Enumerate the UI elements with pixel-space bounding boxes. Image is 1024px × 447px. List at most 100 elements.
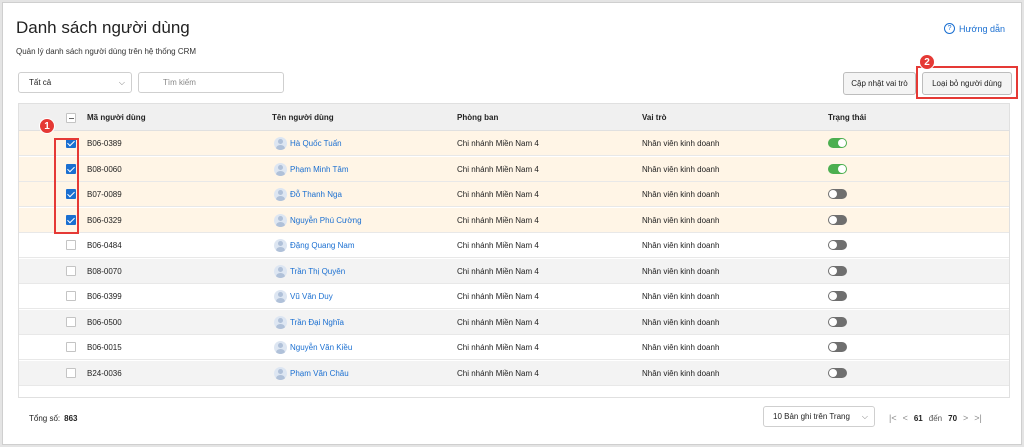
user-name-link[interactable]: Hà Quốc Tuấn — [290, 131, 342, 156]
page-size-value: 10 Bản ghi trên Trang — [773, 412, 850, 421]
table-row[interactable]: B06-0399 Vũ Văn Duy Chi nhánh Miền Nam 4 Nh… — [19, 284, 1009, 309]
avatar-icon — [274, 162, 287, 176]
user-name-link[interactable]: Đỗ Thanh Nga — [290, 182, 342, 207]
table-row[interactable]: B24-0036 Phạm Văn Châu Chi nhánh Miền Nam … — [19, 360, 1009, 386]
status-filter-select[interactable]: Tất cả ⌵ — [18, 72, 132, 93]
department: Chi nhánh Miền Nam 4 — [457, 190, 539, 199]
department: Chi nhánh Miền Nam 4 — [457, 164, 539, 174]
role: Nhân viên kinh doanh — [642, 343, 720, 352]
role: Nhân viên kinh doanh — [642, 241, 720, 250]
step-badge-1: 1 — [39, 118, 55, 134]
user-name-link[interactable]: Phạm Văn Châu — [290, 361, 349, 386]
table-row[interactable]: B06-0484 Đặng Quang Nam Chi nhánh Miền Nam… — [19, 233, 1009, 258]
user-id: B06-0015 — [87, 343, 122, 352]
department: Chi nhánh Miền Nam 4 — [457, 241, 539, 250]
highlight-remove-button — [916, 66, 1018, 99]
step-badge-2: 2 — [919, 54, 935, 70]
role: Nhân viên kinh doanh — [642, 317, 720, 327]
role: Nhân viên kinh doanh — [642, 139, 720, 148]
avatar-icon — [274, 366, 287, 380]
select-all-checkbox[interactable] — [66, 113, 76, 123]
last-page-icon[interactable]: >| — [974, 413, 982, 423]
table-row[interactable]: B06-0500 Trần Đại Nghĩa Chi nhánh Miền Nam… — [19, 309, 1009, 335]
role: Nhân viên kinh doanh — [642, 164, 720, 174]
row-checkbox[interactable] — [66, 291, 76, 301]
role: Nhân viên kinh doanh — [642, 266, 720, 276]
first-page-icon[interactable]: |< — [889, 413, 897, 423]
row-checkbox[interactable] — [66, 265, 76, 276]
table-row[interactable]: B07-0089 Đỗ Thanh Nga Chi nhánh Miền Nam 4… — [19, 182, 1009, 207]
status-toggle[interactable] — [828, 138, 847, 148]
row-checkbox[interactable] — [66, 367, 76, 378]
user-id: B06-0389 — [87, 139, 122, 148]
avatar-icon — [274, 290, 287, 303]
user-id: B07-0089 — [87, 190, 122, 199]
help-label: Hướng dẫn — [959, 23, 1005, 34]
row-checkbox[interactable] — [66, 316, 76, 327]
table-row[interactable]: B08-0060 Phạm Minh Tâm Chi nhánh Miền Nam … — [19, 156, 1009, 182]
table-row[interactable]: B06-0015 Nguyễn Văn Kiều Chi nhánh Miền Na… — [19, 335, 1009, 360]
page-of-label: đến — [928, 413, 943, 423]
search-input[interactable] — [138, 72, 284, 93]
user-name-link[interactable]: Vũ Văn Duy — [290, 284, 333, 309]
filter-value: Tất cả — [29, 78, 52, 87]
avatar-icon — [274, 239, 287, 252]
user-id: B06-0329 — [87, 215, 122, 225]
avatar-icon — [274, 341, 287, 354]
status-toggle[interactable] — [828, 291, 847, 301]
next-page-icon[interactable]: > — [963, 413, 968, 423]
status-toggle[interactable] — [828, 214, 847, 225]
row-checkbox[interactable] — [66, 240, 76, 250]
user-id: B24-0036 — [87, 368, 122, 378]
department: Chi nhánh Miền Nam 4 — [457, 215, 539, 225]
chevron-down-icon: ⌵ — [118, 78, 125, 87]
user-name-link[interactable]: Trần Đại Nghĩa — [290, 310, 344, 335]
current-page: 61 — [913, 413, 923, 423]
status-toggle[interactable] — [828, 342, 847, 352]
total-label: Tổng số: — [29, 414, 61, 423]
table-row[interactable]: B06-0329 Nguyễn Phú Cường Chi nhánh Miền N… — [19, 207, 1009, 233]
status-toggle[interactable] — [828, 367, 847, 378]
department: Chi nhánh Miền Nam 4 — [457, 139, 539, 148]
user-name-link[interactable]: Phạm Minh Tâm — [290, 157, 349, 182]
department: Chi nhánh Miền Nam 4 — [457, 317, 539, 327]
status-toggle[interactable] — [828, 163, 847, 174]
update-role-button[interactable]: Cập nhật vai trò — [843, 72, 916, 95]
user-name-link[interactable]: Nguyễn Văn Kiều — [290, 335, 352, 360]
pagination: |< < 61 đến 70 > >| — [889, 413, 982, 423]
role: Nhân viên kinh doanh — [642, 215, 720, 225]
col-header-department: Phòng ban — [457, 113, 499, 122]
table-row[interactable]: B08-0070 Trần Thị Quyên Chi nhánh Miền Nam… — [19, 258, 1009, 284]
user-id: B06-0484 — [87, 241, 122, 250]
page-subtitle: Quản lý danh sách người dùng trên hệ thố… — [16, 47, 197, 56]
status-toggle[interactable] — [828, 189, 847, 199]
status-toggle[interactable] — [828, 316, 847, 327]
help-link[interactable]: ? Hướng dẫn — [944, 23, 1005, 34]
user-id: B06-0399 — [87, 292, 122, 301]
department: Chi nhánh Miền Nam 4 — [457, 292, 539, 301]
role: Nhân viên kinh doanh — [642, 368, 720, 378]
user-id: B06-0500 — [87, 317, 122, 327]
status-toggle[interactable] — [828, 240, 847, 250]
row-checkbox[interactable] — [66, 342, 76, 352]
col-header-user-name: Tên người dùng — [272, 113, 334, 122]
total-count: Tổng số: 863 — [29, 414, 78, 423]
page-size-select[interactable]: 10 Bản ghi trên Trang ⌵ — [763, 406, 875, 427]
user-name-link[interactable]: Đặng Quang Nam — [290, 233, 354, 258]
help-circle-icon: ? — [944, 23, 956, 34]
user-name-link[interactable]: Nguyễn Phú Cường — [290, 208, 362, 233]
user-name-link[interactable]: Trần Thị Quyên — [290, 259, 345, 284]
total-pages: 70 — [948, 413, 958, 423]
status-toggle[interactable] — [828, 265, 847, 276]
table-row[interactable]: B06-0389 Hà Quốc Tuấn Chi nhánh Miền Nam 4… — [19, 131, 1009, 156]
table-header: Mã người dùng Tên người dùng Phòng ban V… — [19, 104, 1009, 131]
total-value: 863 — [64, 414, 78, 423]
highlight-selected-checkboxes — [54, 138, 79, 234]
role: Nhân viên kinh doanh — [642, 292, 720, 301]
avatar-icon — [274, 315, 287, 329]
app-frame: Danh sách người dùng Quản lý danh sách n… — [2, 2, 1022, 445]
department: Chi nhánh Miền Nam 4 — [457, 343, 539, 352]
department: Chi nhánh Miền Nam 4 — [457, 266, 539, 276]
department: Chi nhánh Miền Nam 4 — [457, 368, 539, 378]
prev-page-icon[interactable]: < — [903, 413, 908, 423]
